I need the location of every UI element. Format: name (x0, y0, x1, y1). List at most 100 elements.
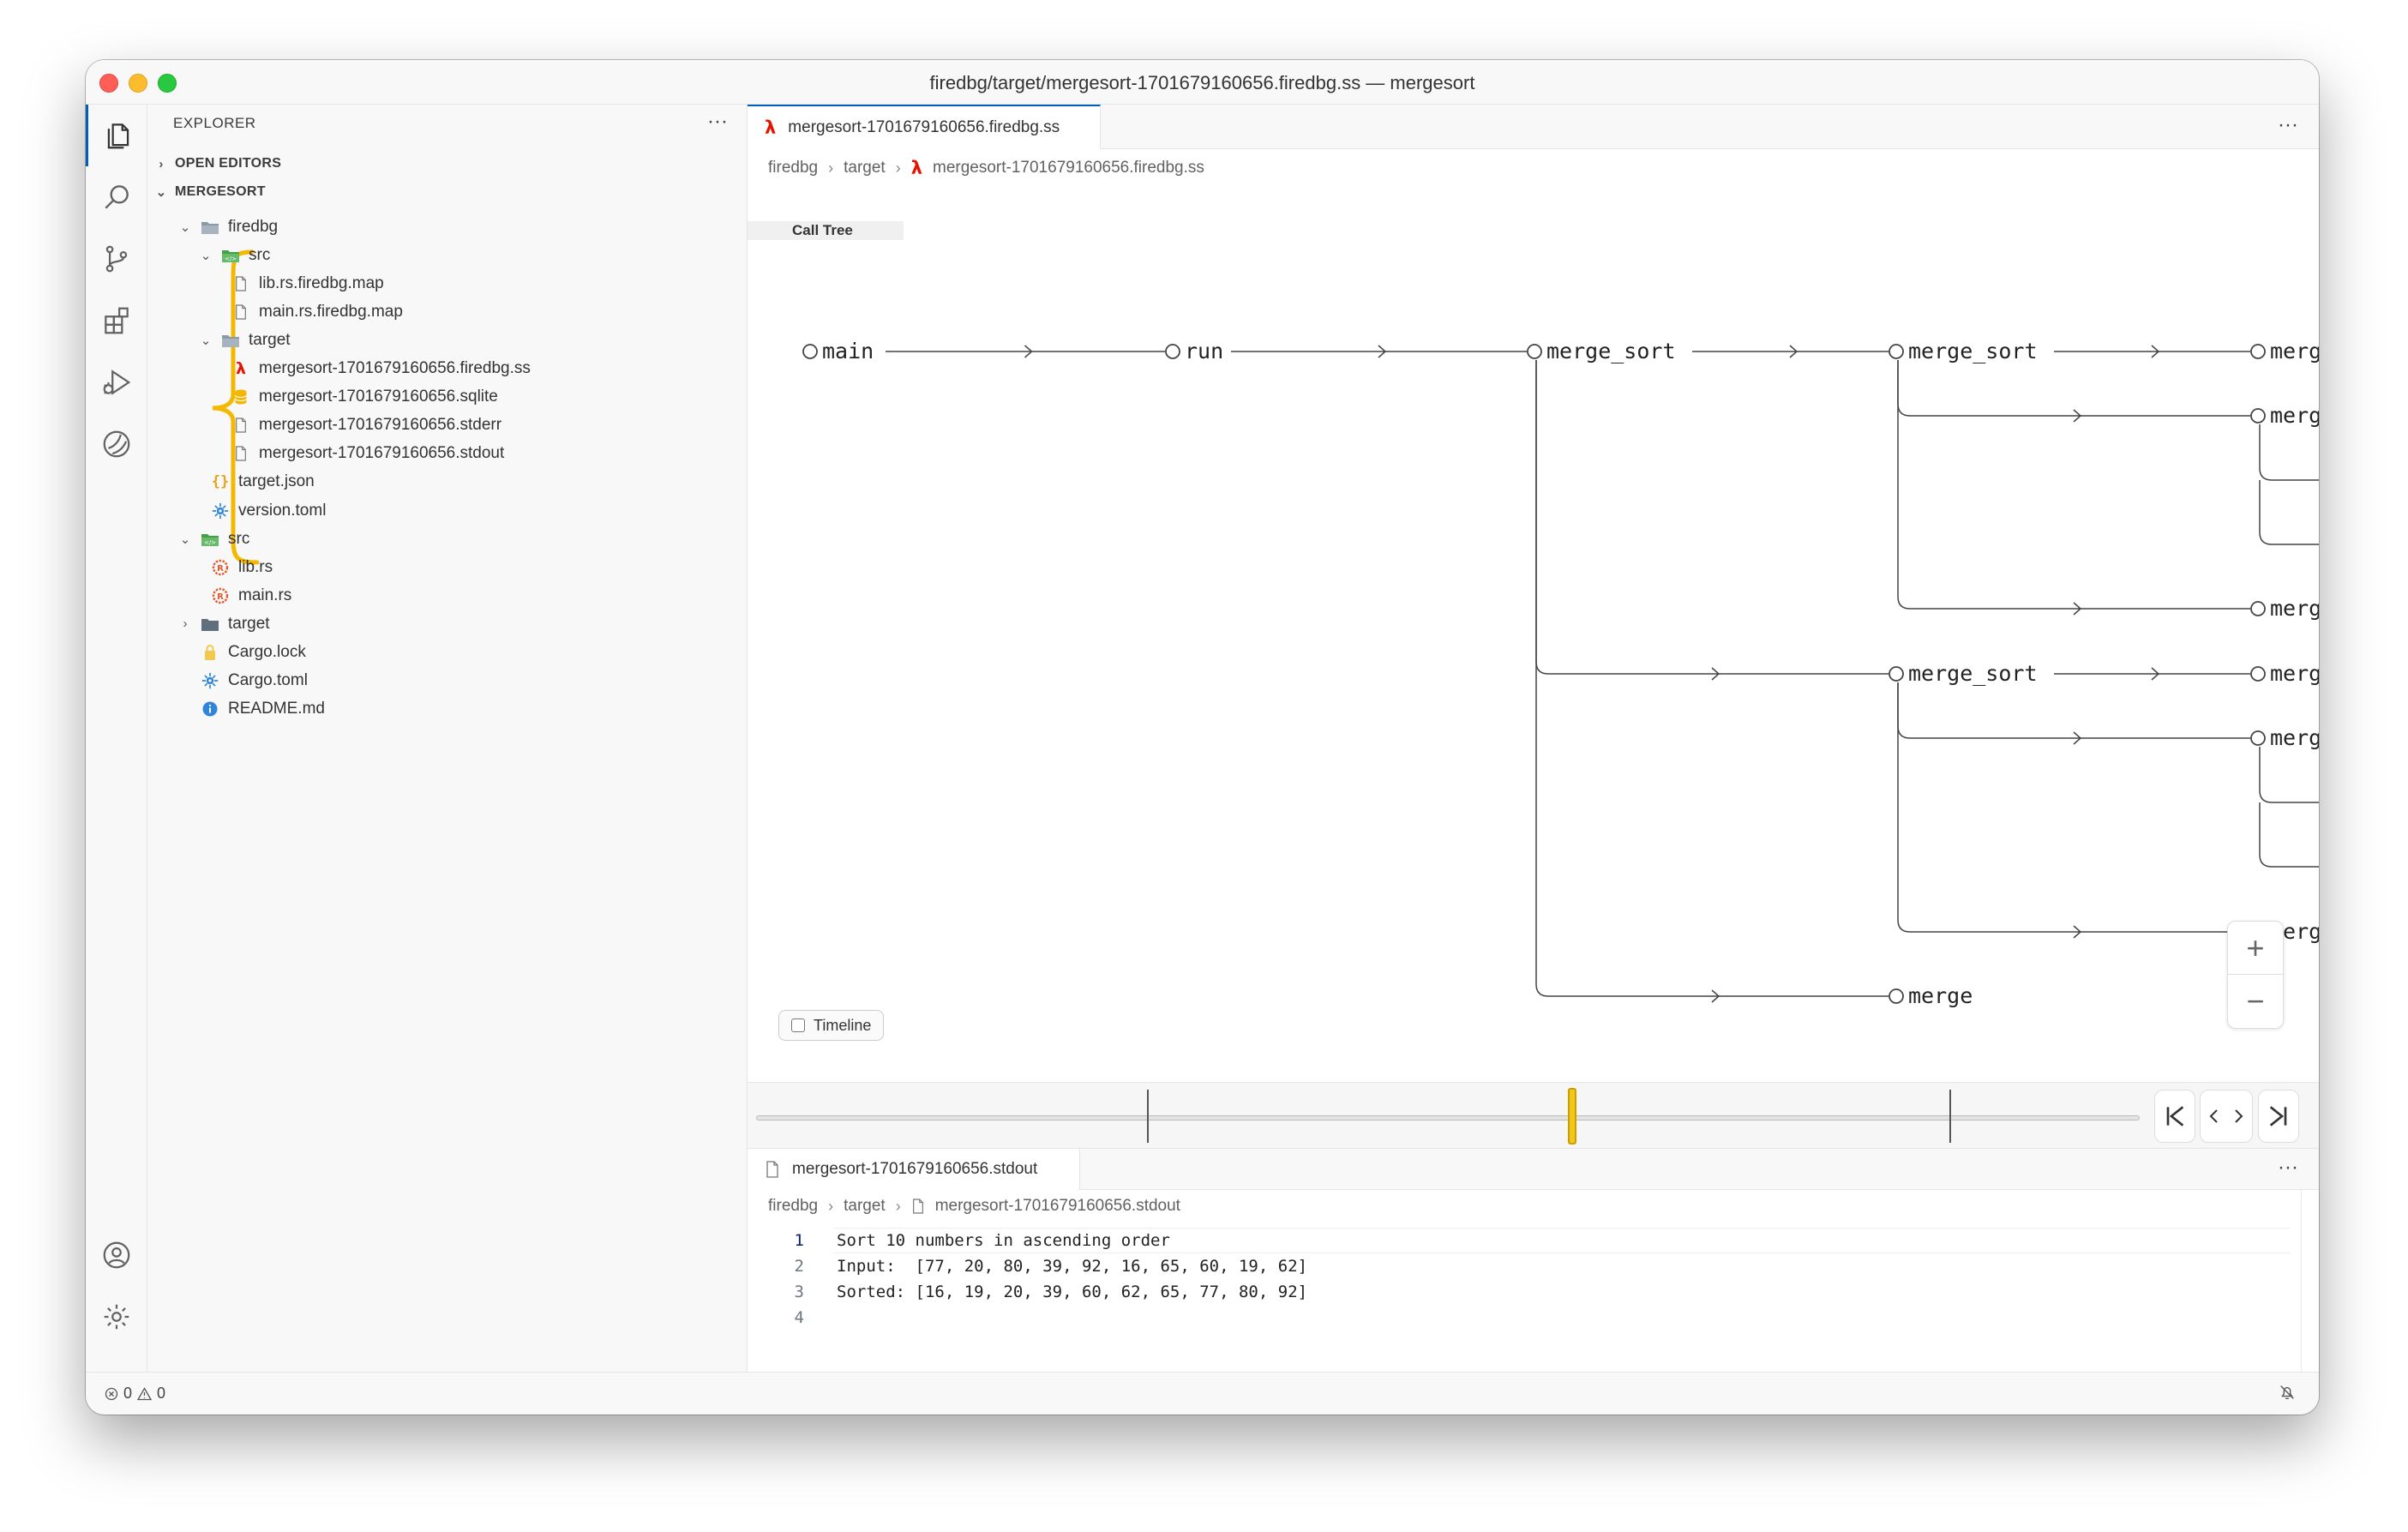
call-edge (2259, 480, 2319, 545)
bell-slash-icon[interactable] (2278, 1383, 2297, 1402)
open-editors-section[interactable]: › OPEN EDITORS (154, 156, 281, 171)
search-icon (105, 185, 129, 209)
call-node-label[interactable]: merge_sort (1546, 339, 1676, 363)
breadcrumb-item[interactable]: mergesort-1701679160656.stdout (935, 1197, 1180, 1216)
source-control-activity[interactable] (86, 228, 147, 290)
files-icon (107, 123, 129, 149)
breadcrumb-item[interactable]: mergesort-1701679160656.firedbg.ss (933, 159, 1204, 177)
jump-to-start-button[interactable] (2154, 1090, 2195, 1143)
call-node-label[interactable]: run (1185, 339, 1223, 363)
call-edge (2259, 747, 2319, 803)
line-number: 2 (794, 1257, 804, 1276)
tree-item-label: mergesort-1701679160656.firedbg.ss (259, 359, 531, 377)
tree-item[interactable]: Cargo.lock (178, 639, 306, 667)
tree-item[interactable]: {} target.json (189, 468, 315, 496)
timeline-tick (1949, 1090, 1951, 1143)
zoom-out-button[interactable]: − (2228, 975, 2283, 1028)
tree-item[interactable]: mergesort-1701679160656.stderr (209, 412, 501, 440)
code-line: 1 Sort 10 numbers in ascending order (748, 1228, 2291, 1253)
tree-item[interactable]: main.rs.firedbg.map (209, 297, 403, 326)
call-edge (1535, 360, 1889, 997)
timeline-track[interactable] (756, 1115, 2140, 1120)
call-tree-tab[interactable]: Call Tree (748, 221, 904, 240)
stdout-more-button[interactable]: ··· (2278, 1156, 2298, 1180)
chevron-down-icon: ⌄ (200, 333, 212, 348)
warning-icon (137, 1386, 153, 1400)
info-icon (201, 700, 219, 718)
tree-item[interactable]: Cargo.toml (178, 667, 308, 695)
call-node-label[interactable]: merg (2270, 403, 2319, 428)
stdout-text[interactable]: 1 Sort 10 numbers in ascending order 2 I… (748, 1228, 2291, 1331)
tree-item[interactable]: Rlib.rs (189, 553, 273, 581)
chevron-right-icon: › (828, 1197, 834, 1215)
tree-item-label: main.rs.firedbg.map (259, 302, 403, 321)
tree-item[interactable]: README.md (178, 695, 325, 724)
call-tree-graph[interactable]: main run merge_sort merge_sort mergmergmergm… (748, 242, 2319, 1073)
call-node-label[interactable]: merg (2270, 339, 2319, 363)
call-node-label[interactable]: merg (2270, 661, 2319, 686)
vertical-scrollbar[interactable] (2301, 1190, 2302, 1372)
lambda-icon: λ (910, 158, 922, 178)
tree-item[interactable]: mergesort-1701679160656.sqlite (209, 383, 498, 412)
firedbg-activity[interactable] (86, 413, 147, 475)
breadcrumb-item[interactable]: firedbg (768, 1197, 818, 1216)
call-node-label[interactable]: merg (2270, 725, 2319, 750)
workspace-section[interactable]: ⌄ MERGESORT (154, 184, 266, 200)
call-node-label[interactable]: merge_sort (1908, 339, 2038, 363)
call-node-label[interactable]: merge (1908, 983, 1973, 1008)
breadcrumb-item[interactable]: target (844, 159, 886, 177)
step-back-icon[interactable] (2204, 1106, 2225, 1126)
tree-item-label: lib.rs.firedbg.map (259, 273, 384, 292)
tree-item[interactable]: λ mergesort-1701679160656.firedbg.ss (209, 355, 531, 383)
tree-item[interactable]: lib.rs.firedbg.map (209, 269, 384, 297)
manage-activity[interactable] (86, 1286, 147, 1348)
timeline-toggle[interactable]: Timeline (778, 1010, 885, 1041)
run-debug-activity[interactable] (86, 351, 147, 413)
code-line: 2 Input: [77, 20, 80, 39, 92, 16, 65, 60… (748, 1253, 2291, 1279)
zoom-in-button[interactable]: + (2228, 922, 2283, 975)
tree-item[interactable]: mergesort-1701679160656.stdout (209, 440, 504, 468)
explorer-more-button[interactable]: ··· (707, 110, 728, 134)
tree-item[interactable]: version.toml (189, 496, 326, 525)
call-node-label[interactable]: merg (2270, 596, 2319, 621)
call-node (2250, 666, 2266, 682)
call-node-label[interactable]: main (822, 339, 874, 363)
step-forward-icon[interactable] (2228, 1106, 2249, 1126)
tree-item[interactable]: Rmain.rs (189, 581, 291, 610)
tree-item-label: lib.rs (238, 557, 273, 576)
extensions-activity[interactable] (86, 290, 147, 351)
search-activity[interactable] (86, 166, 147, 228)
problems-status[interactable]: 0 0 (105, 1385, 165, 1403)
line-number: 4 (794, 1308, 804, 1327)
call-node (1889, 988, 1904, 1004)
file-icon (231, 303, 250, 321)
editor-more-button[interactable]: ··· (2278, 113, 2298, 137)
workspace-label: MERGESORT (175, 184, 266, 199)
tree-item[interactable]: › target (178, 610, 270, 638)
call-edge (1897, 682, 2250, 933)
call-node-label[interactable]: merge_sort (1908, 661, 2038, 686)
chevron-right-icon: › (895, 159, 901, 177)
open-editors-label: OPEN EDITORS (175, 156, 282, 171)
timeline-checkbox[interactable] (791, 1018, 805, 1032)
accounts-activity[interactable] (86, 1224, 147, 1286)
tree-item[interactable]: ⌄ </> src (199, 241, 271, 269)
jump-to-end-button[interactable] (2258, 1090, 2299, 1143)
tree-item-label: Cargo.lock (228, 643, 306, 661)
tree-item[interactable]: ⌄ </> src (178, 525, 250, 553)
stdout-tab[interactable]: mergesort-1701679160656.stdout (748, 1149, 1080, 1190)
call-edge (1897, 682, 2250, 739)
editor-tab-firedbg-ss[interactable]: λ mergesort-1701679160656.firedbg.ss (748, 105, 1101, 149)
call-tree-canvas[interactable]: main run merge_sort merge_sort merg merg merg m… (748, 242, 2319, 1073)
rust-icon: R (211, 586, 230, 605)
tree-item[interactable]: ⌄ firedbg (178, 213, 278, 241)
explorer-activity[interactable] (86, 105, 147, 166)
breadcrumb-item[interactable]: target (844, 1197, 886, 1216)
zoom-controls: + − (2227, 921, 2284, 1029)
folder-open-icon (201, 218, 219, 237)
file-icon (231, 416, 250, 435)
breadcrumb-item[interactable]: firedbg (768, 159, 818, 177)
tree-item[interactable]: ⌄ target (199, 326, 291, 354)
call-node (1165, 344, 1180, 359)
timeline-thumb[interactable] (1568, 1088, 1577, 1144)
